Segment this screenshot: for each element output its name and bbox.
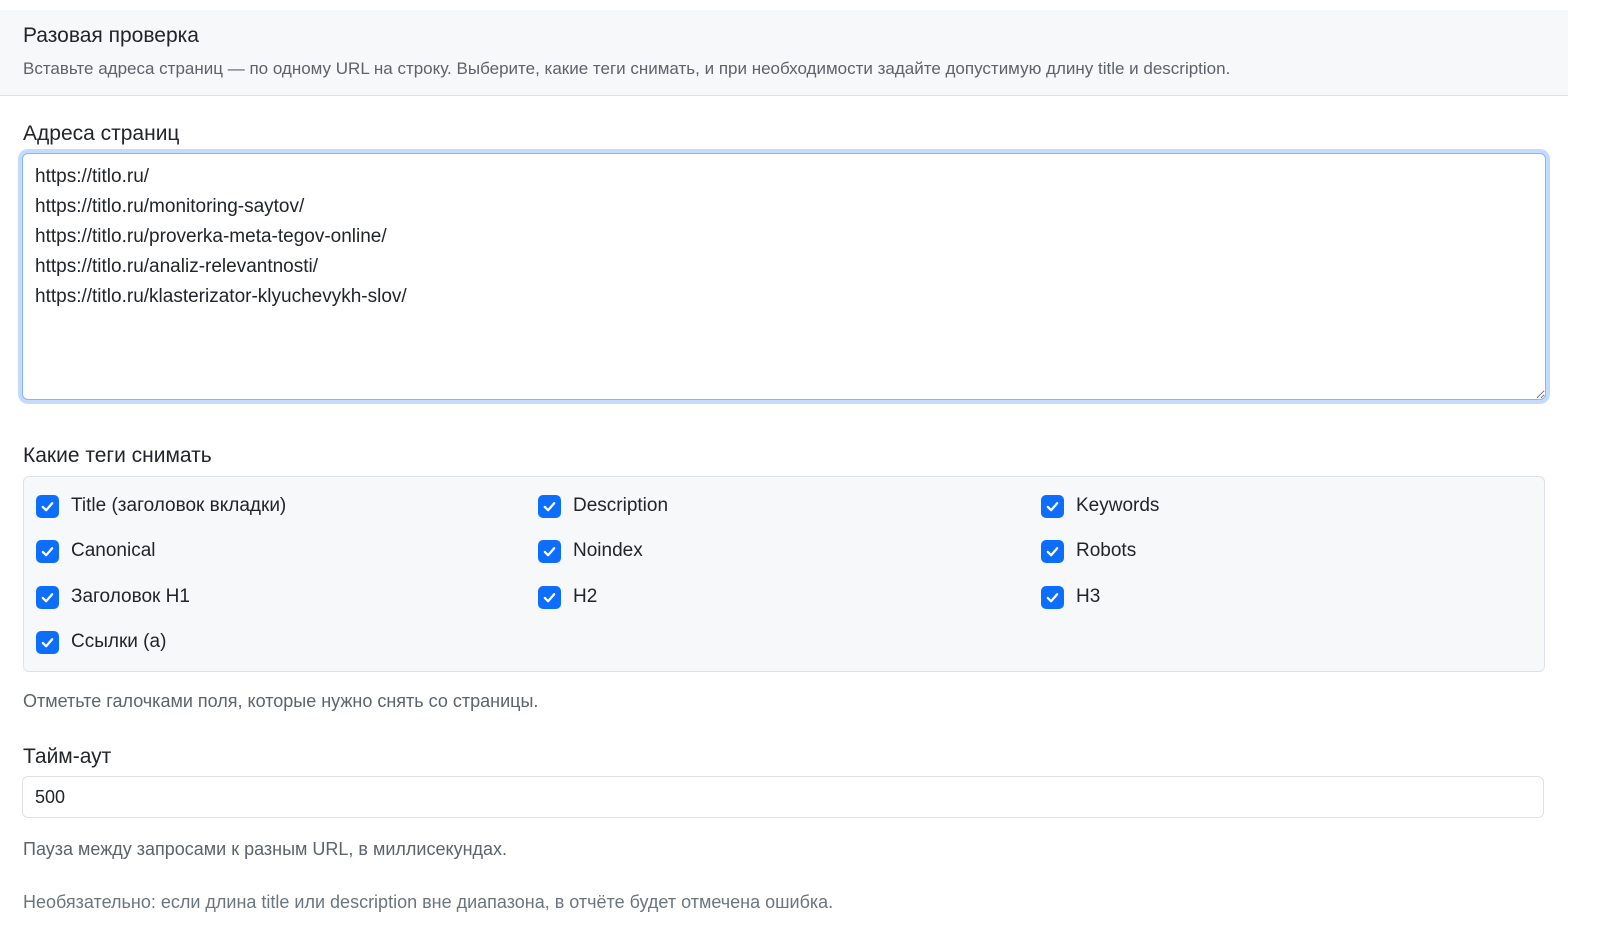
- checkbox-checked-icon[interactable]: [1041, 494, 1064, 518]
- optional-note: Необязательно: если длина title или desc…: [23, 892, 834, 912]
- checkbox-label: Noindex: [573, 540, 643, 561]
- checkbox-h3[interactable]: H3: [1041, 584, 1100, 610]
- checkbox-label: Title (заголовок вкладки): [71, 495, 287, 516]
- checkbox-label: Ссылки (a): [71, 631, 167, 652]
- checkbox-checked-icon[interactable]: [36, 630, 59, 654]
- checkbox-h2[interactable]: H2: [538, 584, 597, 610]
- checkbox-label: Description: [573, 495, 669, 516]
- checkbox-label: Keywords: [1076, 495, 1160, 516]
- checkbox-h1[interactable]: Заголовок H1: [36, 584, 190, 610]
- checkbox-label: Заголовок H1: [71, 586, 190, 607]
- checkbox-checked-icon[interactable]: [538, 494, 561, 518]
- checkbox-label: H3: [1076, 586, 1101, 607]
- checkbox-description[interactable]: Description: [538, 493, 668, 519]
- urls-label: Адреса страниц: [23, 122, 180, 145]
- checkbox-canonical[interactable]: Canonical: [36, 538, 156, 564]
- checkbox-checked-icon[interactable]: [538, 539, 561, 563]
- checkbox-checked-icon[interactable]: [1041, 585, 1064, 609]
- checkbox-keywords[interactable]: Keywords: [1041, 493, 1159, 519]
- card-header: Разовая проверка Вставьте адреса страниц…: [0, 10, 1568, 96]
- tags-checkbox-group: Title (заголовок вкладки) Description Ke…: [23, 476, 1545, 672]
- checkbox-label: Robots: [1076, 540, 1137, 561]
- checkbox-checked-icon[interactable]: [36, 539, 59, 563]
- urls-textarea[interactable]: [22, 153, 1546, 400]
- card-title: Разовая проверка: [23, 24, 199, 47]
- checkbox-checked-icon[interactable]: [36, 585, 59, 609]
- timeout-hint: Пауза между запросами к разным URL, в ми…: [23, 839, 508, 859]
- tags-label: Какие теги снимать: [23, 444, 212, 467]
- checkbox-label: Canonical: [71, 540, 156, 561]
- checkbox-robots[interactable]: Robots: [1041, 538, 1136, 564]
- checkbox-checked-icon[interactable]: [1041, 539, 1064, 563]
- timeout-label: Тайм-аут: [23, 745, 112, 768]
- checkbox-label: H2: [573, 586, 598, 607]
- checkbox-checked-icon[interactable]: [538, 585, 561, 609]
- checkbox-title[interactable]: Title (заголовок вкладки): [36, 493, 286, 519]
- checkbox-links[interactable]: Ссылки (a): [36, 629, 166, 655]
- card-subtitle: Вставьте адреса страниц — по одному URL …: [23, 59, 1231, 78]
- timeout-input[interactable]: [22, 776, 1544, 818]
- checkbox-noindex[interactable]: Noindex: [538, 538, 643, 564]
- checkbox-checked-icon[interactable]: [36, 494, 59, 518]
- tags-hint: Отметьте галочками поля, которые нужно с…: [23, 691, 539, 711]
